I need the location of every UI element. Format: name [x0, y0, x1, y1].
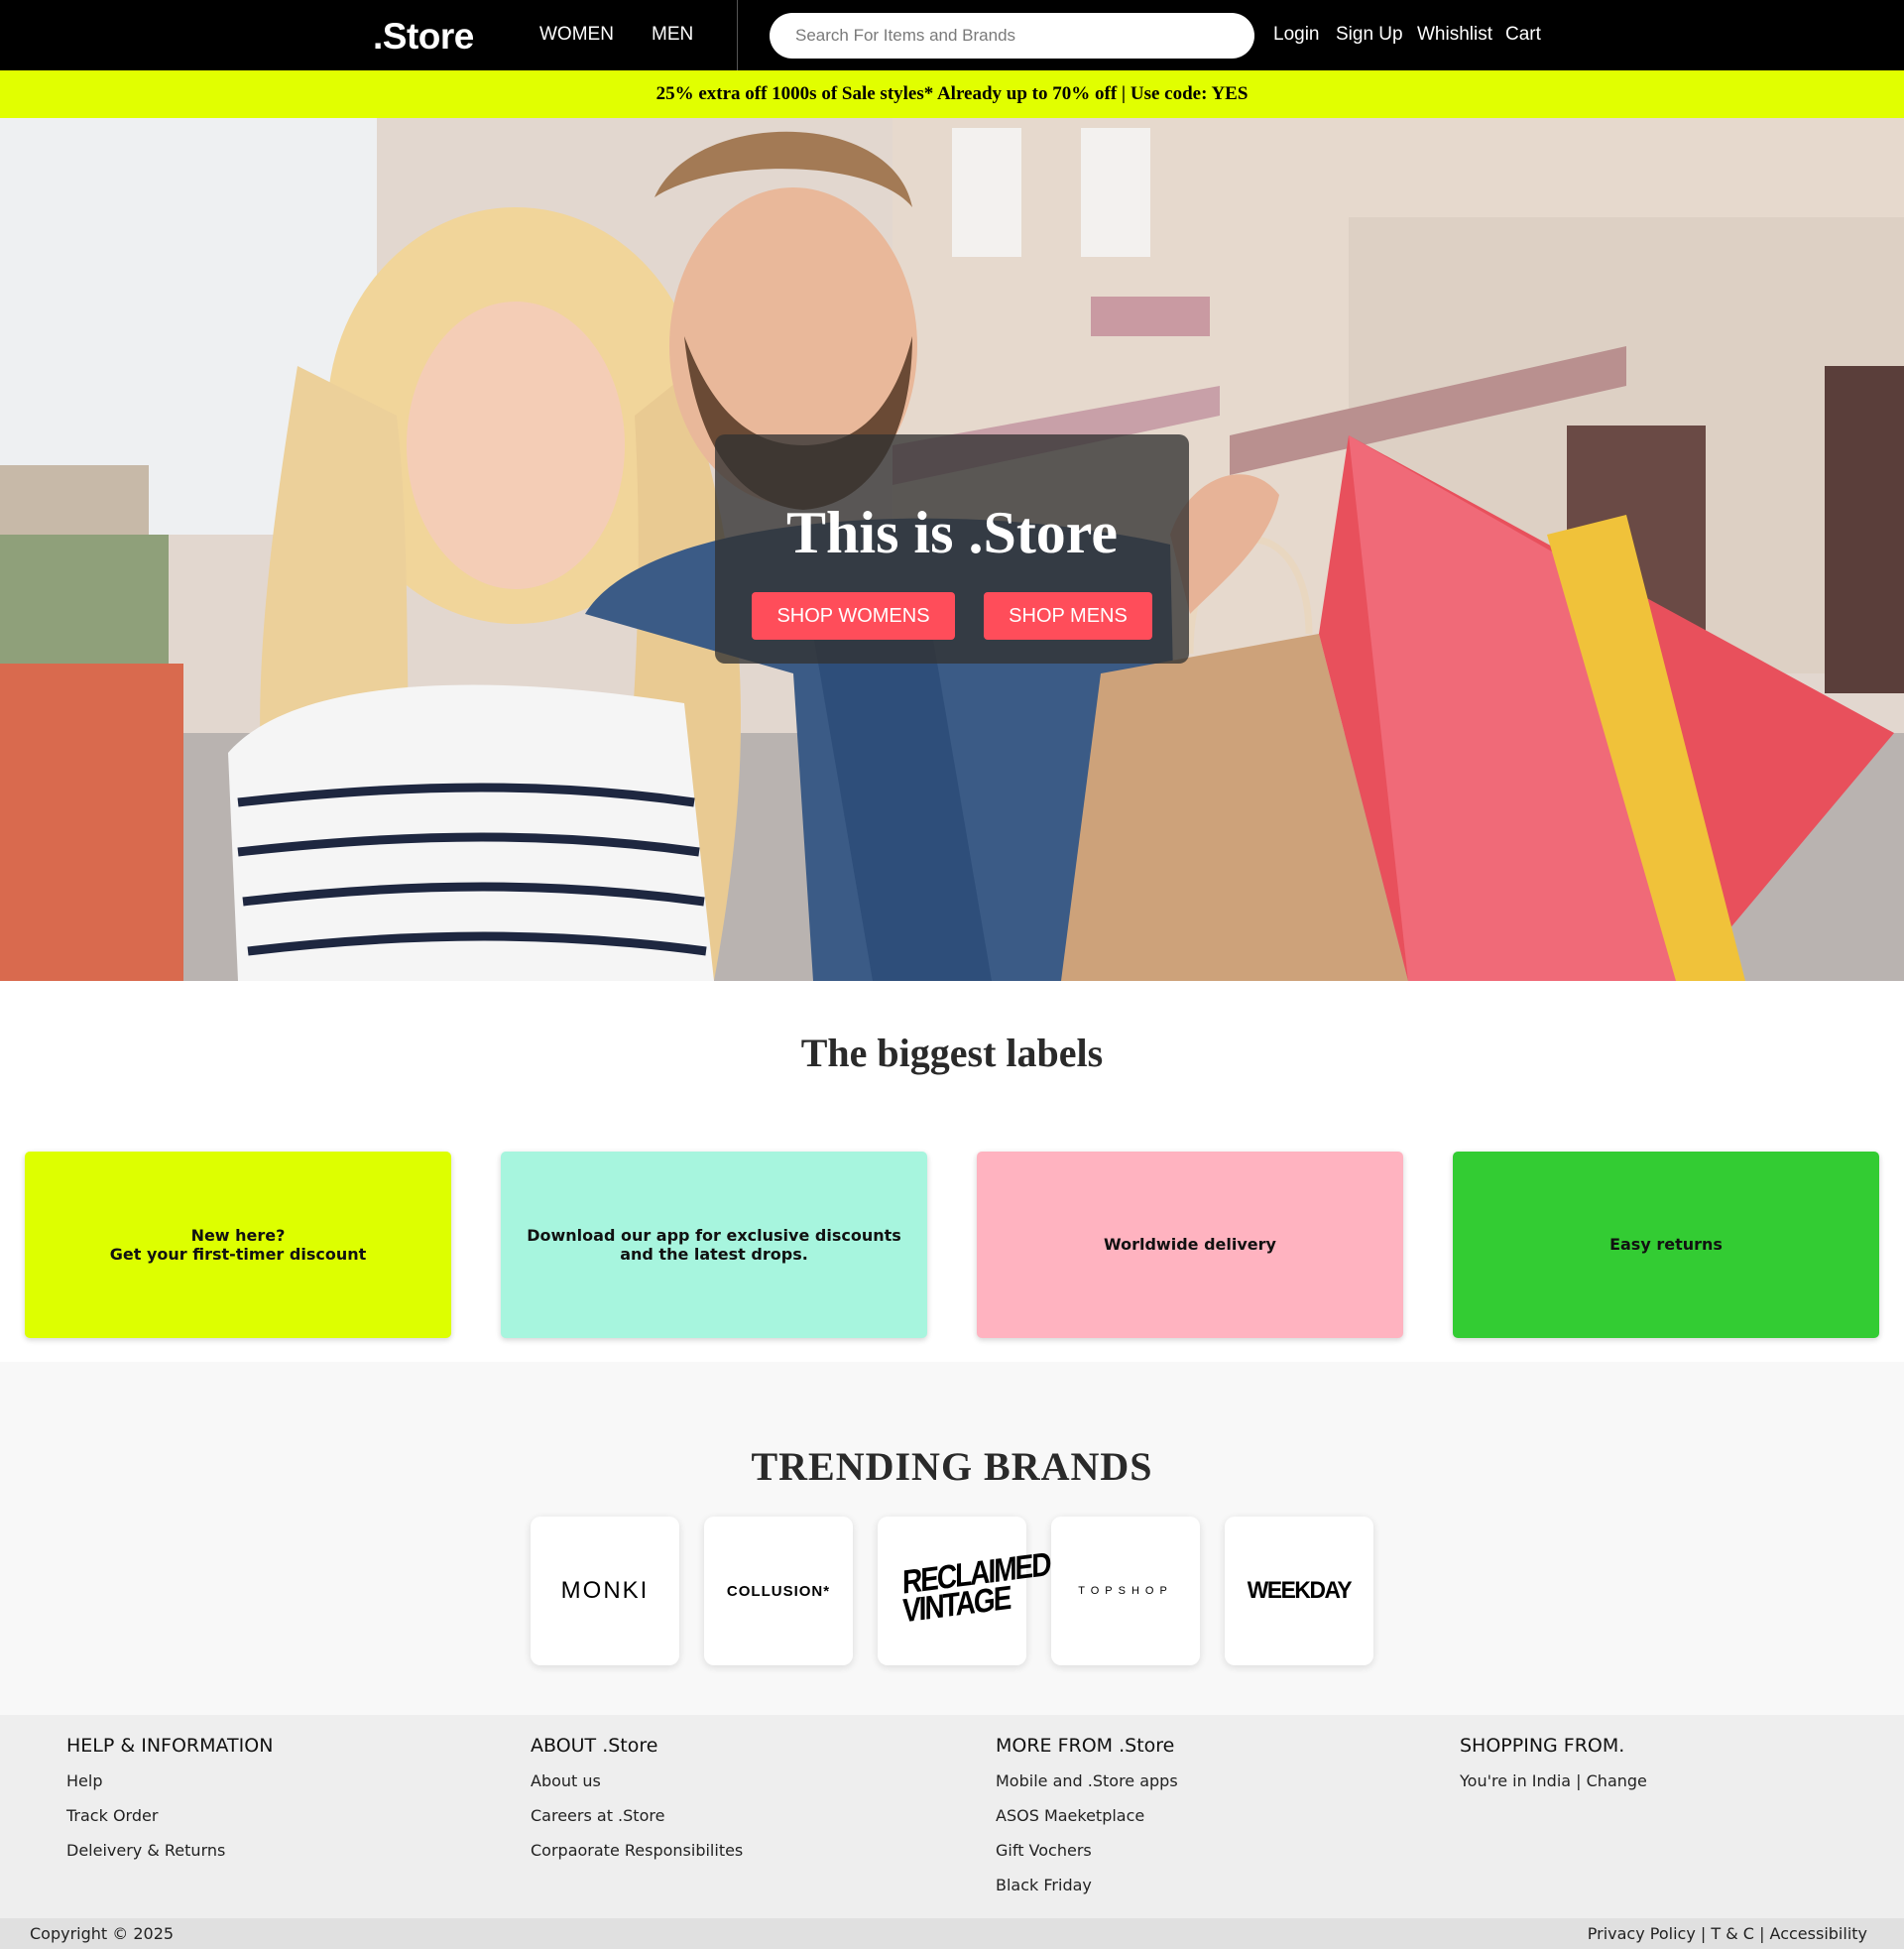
- footer-column-help: HELP & INFORMATION Help Track Order Dele…: [66, 1735, 273, 1875]
- brand-tile-weekday[interactable]: WEEKDAY: [1225, 1517, 1373, 1665]
- hero-overlay: This is .Store SHOP WOMENS SHOP MENS: [715, 434, 1189, 664]
- easy-returns-card[interactable]: Easy returns: [1453, 1152, 1879, 1338]
- nav-men[interactable]: MEN: [652, 24, 693, 46]
- hero-banner: This is .Store SHOP WOMENS SHOP MENS: [0, 118, 1904, 981]
- promo-text: 25% extra off 1000s of Sale styles* Alre…: [655, 83, 1249, 104]
- search-input[interactable]: [770, 13, 1254, 59]
- legal-separator: |: [1700, 1924, 1707, 1943]
- shop-mens-button[interactable]: SHOP MENS: [984, 592, 1152, 640]
- footer-column-about: ABOUT .Store About us Careers at .Store …: [531, 1735, 743, 1875]
- footer-link-track-order[interactable]: Track Order: [66, 1805, 273, 1826]
- shop-womens-button[interactable]: SHOP WOMENS: [752, 592, 955, 640]
- footer-heading: MORE FROM .Store: [996, 1735, 1175, 1757]
- header-divider: [737, 0, 738, 70]
- card-text: Easy returns: [1609, 1235, 1723, 1255]
- trending-title: TRENDING BRANDS: [751, 1444, 1153, 1489]
- footer-bottom-bar: Copyright © 2025 Privacy Policy | T & C …: [0, 1918, 1904, 1949]
- card-text: Worldwide delivery: [1104, 1235, 1276, 1255]
- privacy-policy-link[interactable]: Privacy Policy: [1588, 1924, 1696, 1943]
- store-logo[interactable]: .Store: [373, 16, 474, 58]
- brand-tile-collusion[interactable]: COLLUSION*: [704, 1517, 853, 1665]
- brand-logo-monki: MONKI: [560, 1577, 650, 1604]
- card-text: Download our app for exclusive discounts…: [527, 1225, 901, 1264]
- footer-link-apps[interactable]: Mobile and .Store apps: [996, 1770, 1178, 1791]
- copyright-text: Copyright © 2025: [30, 1924, 175, 1943]
- footer-heading: SHOPPING FROM.: [1460, 1735, 1625, 1757]
- promo-banner: 25% extra off 1000s of Sale styles* Alre…: [0, 70, 1904, 118]
- brand-logo-topshop: TOPSHOP: [1078, 1585, 1173, 1597]
- labels-title: The biggest labels: [800, 1031, 1104, 1075]
- cart-link[interactable]: Cart: [1505, 24, 1541, 46]
- signup-link[interactable]: Sign Up: [1336, 24, 1403, 46]
- wishlist-link[interactable]: Whishlist: [1417, 24, 1492, 46]
- footer-link-corporate[interactable]: Corpaorate Responsibilites: [531, 1840, 743, 1861]
- footer-link-change-country[interactable]: You're in India | Change: [1460, 1770, 1647, 1791]
- legal-separator: |: [1759, 1924, 1765, 1943]
- legal-links: Privacy Policy | T & C | Accessibility: [1588, 1924, 1867, 1943]
- footer-heading: ABOUT .Store: [531, 1735, 658, 1757]
- nav-women[interactable]: WOMEN: [539, 24, 614, 46]
- footer-link-about-us[interactable]: About us: [531, 1770, 743, 1791]
- worldwide-delivery-card[interactable]: Worldwide delivery: [977, 1152, 1403, 1338]
- footer-link-black-friday[interactable]: Black Friday: [996, 1875, 1178, 1895]
- brand-logo-weekday: WEEKDAY: [1247, 1577, 1353, 1604]
- accessibility-link[interactable]: Accessibility: [1770, 1924, 1867, 1943]
- brand-tile-monki[interactable]: MONKI: [531, 1517, 679, 1665]
- footer-column-shopping-from: SHOPPING FROM. You're in India | Change: [1460, 1735, 1647, 1805]
- app-download-card[interactable]: Download our app for exclusive discounts…: [501, 1152, 927, 1338]
- login-link[interactable]: Login: [1273, 24, 1320, 46]
- top-header: .Store WOMEN MEN Login Sign Up Whishlist…: [0, 0, 1904, 70]
- brand-tile-reclaimed-vintage[interactable]: RECLAIMED VINTAGE: [878, 1517, 1050, 1665]
- brand-logo-collusion: COLLUSION*: [726, 1582, 831, 1600]
- footer-heading: HELP & INFORMATION: [66, 1735, 274, 1757]
- card-text: New here? Get your first-timer discount: [109, 1225, 367, 1264]
- footer-link-careers[interactable]: Careers at .Store: [531, 1805, 743, 1826]
- footer-link-help[interactable]: Help: [66, 1770, 273, 1791]
- brand-tile-topshop[interactable]: TOPSHOP: [1051, 1517, 1200, 1665]
- footer-link-marketplace[interactable]: ASOS Maeketplace: [996, 1805, 1178, 1826]
- footer-column-more: MORE FROM .Store Mobile and .Store apps …: [996, 1735, 1178, 1909]
- first-timer-card[interactable]: New here? Get your first-timer discount: [25, 1152, 451, 1338]
- brand-logo-reclaimed-vintage: RECLAIMED VINTAGE: [902, 1545, 1050, 1630]
- terms-link[interactable]: T & C: [1711, 1924, 1754, 1943]
- footer-link-gift-vouchers[interactable]: Gift Vochers: [996, 1840, 1178, 1861]
- footer-link-delivery-returns[interactable]: Deleivery & Returns: [66, 1840, 273, 1861]
- hero-title: This is .Store: [786, 500, 1118, 565]
